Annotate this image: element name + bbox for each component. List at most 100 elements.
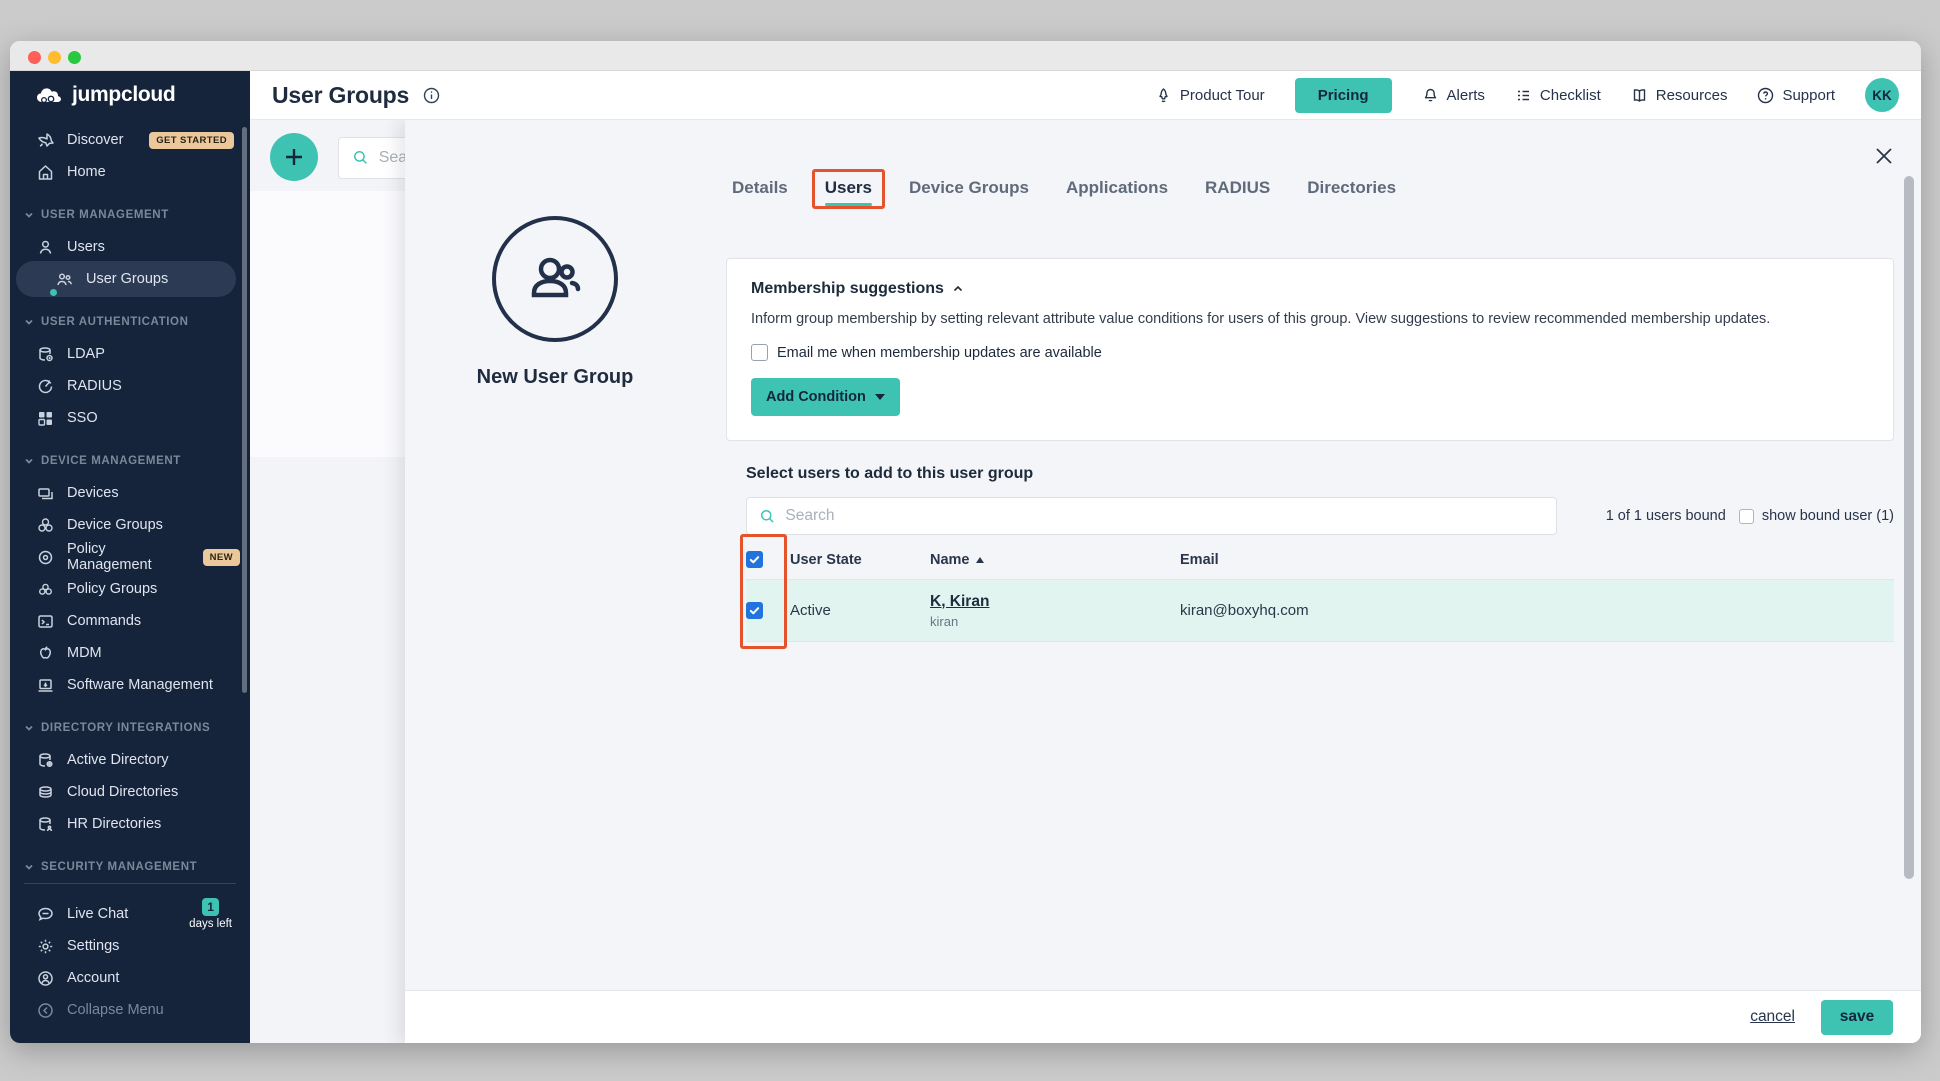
group-title: New User Group (427, 366, 683, 389)
account-icon (36, 969, 55, 988)
column-header-email[interactable]: Email (1180, 552, 1894, 568)
sidebar-item-user-groups[interactable]: User Groups (10, 263, 250, 295)
sidebar-item-devices[interactable]: Devices (10, 477, 250, 509)
email-updates-checkbox[interactable] (751, 344, 768, 361)
user-name-link[interactable]: K, Kiran (930, 593, 1180, 611)
sidebar-item-radius[interactable]: RADIUS (10, 370, 250, 402)
logo-wordmark: jumpcloud (72, 83, 175, 107)
sidebar-scrollbar[interactable] (242, 127, 247, 693)
tab-device-groups[interactable]: Device Groups (909, 178, 1029, 206)
drawer-scrollbar[interactable] (1904, 176, 1914, 879)
sidebar-item-hr-directories[interactable]: HR Directories (10, 808, 250, 840)
user-avatar[interactable]: KK (1865, 78, 1899, 112)
checklist-button[interactable]: Checklist (1515, 87, 1601, 104)
row-checkbox[interactable] (746, 602, 763, 619)
add-condition-button[interactable]: Add Condition (751, 378, 900, 416)
sidebar-item-label: Cloud Directories (67, 784, 178, 800)
sidebar-item-label: MDM (67, 645, 102, 661)
close-window-button[interactable] (28, 51, 41, 64)
show-bound-checkbox[interactable] (1739, 509, 1754, 524)
sidebar-item-live-chat[interactable]: Live Chat 1 days left (10, 898, 250, 930)
active-tab-underline (825, 203, 872, 206)
gear-icon (36, 937, 55, 956)
cancel-button[interactable]: cancel (1750, 1008, 1795, 1026)
sidebar-item-label: Policy Management (67, 541, 191, 573)
days-left-badge: 1 (202, 898, 219, 916)
tab-users[interactable]: Users (825, 178, 872, 206)
select-all-checkbox[interactable] (746, 551, 763, 568)
sidebar-item-policy-groups[interactable]: Policy Groups (10, 573, 250, 605)
show-bound-user-toggle[interactable]: show bound user (1) (1739, 508, 1894, 524)
sidebar-section-user-management[interactable]: USER MANAGEMENT (10, 188, 250, 231)
membership-suggestions-card: Membership suggestions Inform group memb… (726, 258, 1894, 441)
add-user-group-button[interactable] (270, 133, 318, 181)
sidebar-item-label: Device Groups (67, 517, 163, 533)
users-search-box[interactable] (746, 497, 1557, 535)
tab-directories[interactable]: Directories (1307, 178, 1396, 206)
sidebar-item-software-management[interactable]: Software Management (10, 669, 250, 701)
database-icon (36, 345, 55, 364)
users-table: User State Name Email Active K, Kiran ki… (746, 540, 1894, 642)
column-header-name[interactable]: Name (930, 552, 1180, 568)
tab-radius[interactable]: RADIUS (1205, 178, 1270, 206)
app-window: jumpcloud Discover GET STARTED Home USER… (10, 41, 1921, 1043)
sidebar-item-device-groups[interactable]: Device Groups (10, 509, 250, 541)
sidebar-item-collapse-menu[interactable]: Collapse Menu (10, 994, 250, 1026)
page-title: User Groups (272, 82, 409, 109)
new-user-group-drawer: New User Group Details Users Device Grou… (405, 120, 1921, 1043)
sidebar-item-sso[interactable]: SSO (10, 402, 250, 434)
tab-applications[interactable]: Applications (1066, 178, 1168, 206)
membership-suggestions-toggle[interactable]: Membership suggestions (751, 280, 1869, 298)
sidebar-item-cloud-directories[interactable]: Cloud Directories (10, 776, 250, 808)
sidebar-item-label: Devices (67, 485, 119, 501)
support-button[interactable]: Support (1757, 87, 1835, 104)
sidebar-item-label: LDAP (67, 346, 105, 362)
sidebar-item-label: RADIUS (67, 378, 122, 394)
sidebar-item-mdm[interactable]: MDM (10, 637, 250, 669)
rocket-icon (36, 131, 55, 150)
zoom-window-button[interactable] (68, 51, 81, 64)
sidebar-item-discover[interactable]: Discover GET STARTED (10, 124, 250, 156)
sidebar-item-home[interactable]: Home (10, 156, 250, 188)
resources-button[interactable]: Resources (1631, 87, 1728, 104)
sidebar-item-label: Home (67, 164, 106, 180)
user-group-icon (55, 270, 74, 289)
table-row[interactable]: Active K, Kiran kiran kiran@boxyhq.com (746, 580, 1894, 642)
minimize-window-button[interactable] (48, 51, 61, 64)
sidebar-divider (24, 883, 236, 884)
sidebar-item-policy-management[interactable]: Policy Management NEW (10, 541, 250, 573)
cell-user-state: Active (790, 602, 930, 619)
alerts-button[interactable]: Alerts (1422, 87, 1485, 104)
product-tour-button[interactable]: Product Tour (1155, 87, 1265, 104)
policy-groups-icon (36, 580, 55, 599)
collapse-arrow-icon (36, 1001, 55, 1020)
sidebar-item-commands[interactable]: Commands (10, 605, 250, 637)
info-icon[interactable] (423, 87, 440, 104)
sso-grid-icon (36, 409, 55, 428)
email-updates-checkbox-row[interactable]: Email me when membership updates are ava… (751, 344, 1869, 361)
jumpcloud-logo: jumpcloud (34, 83, 175, 107)
sidebar-item-settings[interactable]: Settings (10, 930, 250, 962)
policy-target-icon (36, 548, 55, 567)
device-group-icon (36, 516, 55, 535)
tab-details[interactable]: Details (732, 178, 788, 206)
users-search-input[interactable] (785, 507, 1544, 525)
username: kiran (930, 614, 1180, 629)
column-header-user-state[interactable]: User State (790, 552, 930, 568)
sidebar-item-users[interactable]: Users (10, 231, 250, 263)
sidebar-item-account[interactable]: Account (10, 962, 250, 994)
sidebar-section-device-management[interactable]: DEVICE MANAGEMENT (10, 434, 250, 477)
active-indicator-dot (50, 289, 57, 296)
sidebar-item-active-directory[interactable]: Active Directory (10, 744, 250, 776)
sidebar-item-label: User Groups (86, 271, 168, 287)
sidebar-section-directory-integrations[interactable]: DIRECTORY INTEGRATIONS (10, 701, 250, 744)
apple-icon (36, 644, 55, 663)
save-button[interactable]: save (1821, 1000, 1893, 1035)
software-icon (36, 676, 55, 695)
sidebar-item-ldap[interactable]: LDAP (10, 338, 250, 370)
sidebar-section-security-management[interactable]: SECURITY MANAGEMENT (10, 840, 250, 877)
book-icon (1631, 87, 1648, 104)
sidebar: jumpcloud Discover GET STARTED Home USER… (10, 71, 250, 1043)
pricing-button[interactable]: Pricing (1295, 78, 1392, 113)
sidebar-section-user-authentication[interactable]: USER AUTHENTICATION (10, 295, 250, 338)
